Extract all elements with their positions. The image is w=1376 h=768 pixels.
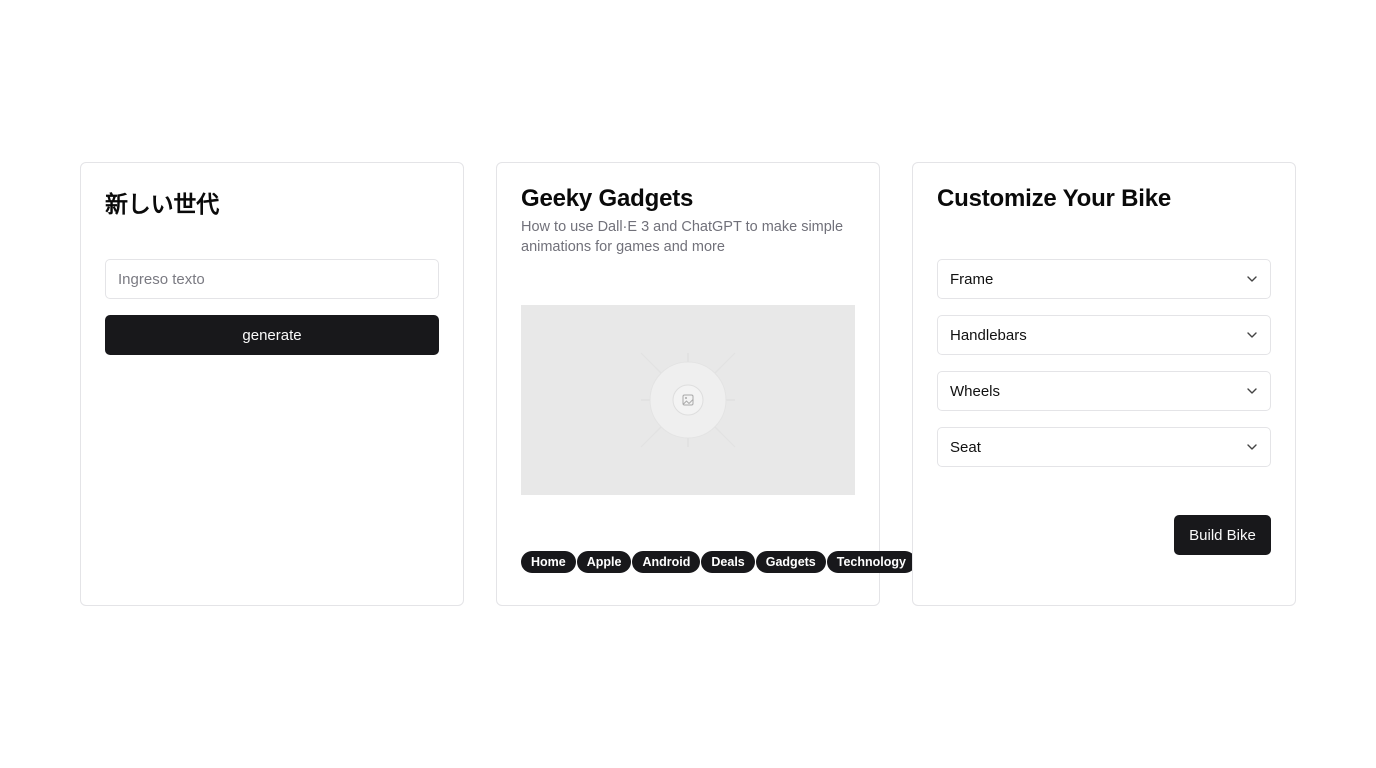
chevron-down-icon [1247, 276, 1257, 282]
select-label: Handlebars [950, 326, 1027, 344]
image-placeholder [521, 305, 855, 495]
bike-card: Customize Your Bike Frame Handlebars Whe… [912, 162, 1296, 606]
card-title: Customize Your Bike [937, 185, 1172, 212]
chevron-down-icon [1247, 388, 1257, 394]
build-bike-button[interactable]: Build Bike [1174, 515, 1271, 555]
text-input[interactable] [105, 259, 439, 299]
frame-select[interactable]: Frame [937, 259, 1271, 299]
card-title: 新しい世代 [105, 192, 220, 218]
chevron-down-icon [1247, 444, 1257, 450]
tag-deals[interactable]: Deals [701, 551, 755, 573]
handlebars-select[interactable]: Handlebars [937, 315, 1271, 355]
generate-button[interactable]: generate [105, 315, 439, 355]
generator-card: 新しい世代 generate [80, 162, 464, 606]
chevron-down-icon [1247, 332, 1257, 338]
tag-gadgets[interactable]: Gadgets [755, 551, 826, 573]
tag-technology[interactable]: Technology [826, 551, 916, 573]
seat-select[interactable]: Seat [937, 427, 1271, 467]
card-title: Geeky Gadgets [521, 185, 694, 212]
tag-home[interactable]: Home [521, 551, 576, 573]
tag-android[interactable]: Android [632, 551, 701, 573]
image-icon [640, 352, 736, 448]
tag-apple[interactable]: Apple [576, 551, 632, 573]
select-label: Wheels [950, 382, 1001, 400]
tag-list: Home Apple Android Deals Gadgets Technol… [521, 551, 916, 573]
select-label: Seat [950, 438, 981, 456]
wheels-select[interactable]: Wheels [937, 371, 1271, 411]
card-description: How to use Dall·E 3 and ChatGPT to make … [521, 219, 844, 255]
select-label: Frame [950, 270, 994, 288]
news-card: Geeky Gadgets How to use Dall·E 3 and Ch… [496, 162, 916, 606]
